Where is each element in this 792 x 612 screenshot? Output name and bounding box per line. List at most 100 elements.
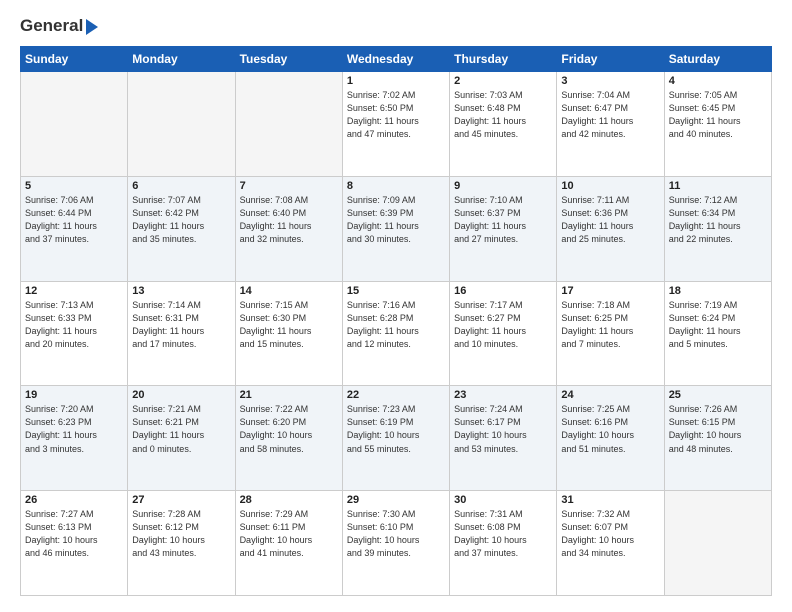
logo-line1: General xyxy=(20,16,98,36)
day-info: Sunrise: 7:16 AM Sunset: 6:28 PM Dayligh… xyxy=(347,299,445,351)
day-number: 8 xyxy=(347,180,445,192)
day-info: Sunrise: 7:18 AM Sunset: 6:25 PM Dayligh… xyxy=(561,299,659,351)
calendar-cell: 31 Sunrise: 7:32 AM Sunset: 6:07 PM Dayli… xyxy=(557,491,664,596)
weekday-header-wednesday: Wednesday xyxy=(342,47,449,72)
calendar-cell: 21Sunrise: 7:22 AM Sunset: 6:20 PM Dayli… xyxy=(235,386,342,491)
calendar-cell: 9 Sunrise: 7:10 AM Sunset: 6:37 PM Daylig… xyxy=(450,176,557,281)
day-info: Sunrise: 7:08 AM Sunset: 6:40 PM Dayligh… xyxy=(240,194,338,246)
day-number: 1 xyxy=(347,75,445,87)
day-number: 24 xyxy=(561,389,659,401)
calendar-cell: 26 Sunrise: 7:27 AM Sunset: 6:13 PM Dayli… xyxy=(21,491,128,596)
calendar-cell: 6 Sunrise: 7:07 AM Sunset: 6:42 PM Daylig… xyxy=(128,176,235,281)
logo: General xyxy=(20,16,98,36)
calendar-cell: 10 Sunrise: 7:11 AM Sunset: 6:36 PM Dayli… xyxy=(557,176,664,281)
calendar-cell: 23 Sunrise: 7:24 AM Sunset: 6:17 PM Dayli… xyxy=(450,386,557,491)
day-info: Sunrise: 7:28 AM Sunset: 6:12 PM Dayligh… xyxy=(132,508,230,560)
calendar-cell: 22Sunrise: 7:23 AM Sunset: 6:19 PM Dayli… xyxy=(342,386,449,491)
calendar-cell: 1Sunrise: 7:02 AM Sunset: 6:50 PM Daylig… xyxy=(342,72,449,177)
day-number: 25 xyxy=(669,389,767,401)
day-number: 5 xyxy=(25,180,123,192)
day-info: Sunrise: 7:11 AM Sunset: 6:36 PM Dayligh… xyxy=(561,194,659,246)
calendar-cell: 24 Sunrise: 7:25 AM Sunset: 6:16 PM Dayli… xyxy=(557,386,664,491)
day-number: 20 xyxy=(132,389,230,401)
day-number: 23 xyxy=(454,389,552,401)
calendar-cell: 25 Sunrise: 7:26 AM Sunset: 6:15 PM Dayli… xyxy=(664,386,771,491)
day-info: Sunrise: 7:27 AM Sunset: 6:13 PM Dayligh… xyxy=(25,508,123,560)
day-number: 31 xyxy=(561,494,659,506)
week-row-1: 1Sunrise: 7:02 AM Sunset: 6:50 PM Daylig… xyxy=(21,72,772,177)
day-info: Sunrise: 7:24 AM Sunset: 6:17 PM Dayligh… xyxy=(454,403,552,455)
day-info: Sunrise: 7:12 AM Sunset: 6:34 PM Dayligh… xyxy=(669,194,767,246)
day-info: Sunrise: 7:10 AM Sunset: 6:37 PM Dayligh… xyxy=(454,194,552,246)
weekday-header-sunday: Sunday xyxy=(21,47,128,72)
day-number: 14 xyxy=(240,285,338,297)
day-info: Sunrise: 7:13 AM Sunset: 6:33 PM Dayligh… xyxy=(25,299,123,351)
day-info: Sunrise: 7:04 AM Sunset: 6:47 PM Dayligh… xyxy=(561,89,659,141)
day-info: Sunrise: 7:23 AM Sunset: 6:19 PM Dayligh… xyxy=(347,403,445,455)
calendar-cell: 3 Sunrise: 7:04 AM Sunset: 6:47 PM Daylig… xyxy=(557,72,664,177)
weekday-header-monday: Monday xyxy=(128,47,235,72)
calendar-cell: 16 Sunrise: 7:17 AM Sunset: 6:27 PM Dayli… xyxy=(450,281,557,386)
calendar-cell: 7Sunrise: 7:08 AM Sunset: 6:40 PM Daylig… xyxy=(235,176,342,281)
day-number: 4 xyxy=(669,75,767,87)
day-info: Sunrise: 7:25 AM Sunset: 6:16 PM Dayligh… xyxy=(561,403,659,455)
day-number: 9 xyxy=(454,180,552,192)
day-number: 29 xyxy=(347,494,445,506)
day-number: 6 xyxy=(132,180,230,192)
calendar-cell: 14 Sunrise: 7:15 AM Sunset: 6:30 PM Dayli… xyxy=(235,281,342,386)
week-row-2: 5 Sunrise: 7:06 AM Sunset: 6:44 PM Daylig… xyxy=(21,176,772,281)
day-info: Sunrise: 7:07 AM Sunset: 6:42 PM Dayligh… xyxy=(132,194,230,246)
calendar-cell: 15 Sunrise: 7:16 AM Sunset: 6:28 PM Dayli… xyxy=(342,281,449,386)
weekday-header-row: SundayMondayTuesdayWednesdayThursdayFrid… xyxy=(21,47,772,72)
day-info: Sunrise: 7:21 AM Sunset: 6:21 PM Dayligh… xyxy=(132,403,230,455)
week-row-5: 26 Sunrise: 7:27 AM Sunset: 6:13 PM Dayli… xyxy=(21,491,772,596)
day-number: 12 xyxy=(25,285,123,297)
calendar-cell xyxy=(235,72,342,177)
calendar-cell: 5 Sunrise: 7:06 AM Sunset: 6:44 PM Daylig… xyxy=(21,176,128,281)
calendar-cell: 13Sunrise: 7:14 AM Sunset: 6:31 PM Dayli… xyxy=(128,281,235,386)
calendar-cell: 11 Sunrise: 7:12 AM Sunset: 6:34 PM Dayli… xyxy=(664,176,771,281)
day-info: Sunrise: 7:29 AM Sunset: 6:11 PM Dayligh… xyxy=(240,508,338,560)
calendar-cell xyxy=(21,72,128,177)
calendar-cell: 20 Sunrise: 7:21 AM Sunset: 6:21 PM Dayli… xyxy=(128,386,235,491)
weekday-header-friday: Friday xyxy=(557,47,664,72)
day-info: Sunrise: 7:26 AM Sunset: 6:15 PM Dayligh… xyxy=(669,403,767,455)
day-number: 10 xyxy=(561,180,659,192)
day-number: 16 xyxy=(454,285,552,297)
day-info: Sunrise: 7:06 AM Sunset: 6:44 PM Dayligh… xyxy=(25,194,123,246)
weekday-header-thursday: Thursday xyxy=(450,47,557,72)
calendar-cell: 27 Sunrise: 7:28 AM Sunset: 6:12 PM Dayli… xyxy=(128,491,235,596)
calendar-cell: 29Sunrise: 7:30 AM Sunset: 6:10 PM Dayli… xyxy=(342,491,449,596)
day-number: 13 xyxy=(132,285,230,297)
day-number: 11 xyxy=(669,180,767,192)
calendar-cell: 12 Sunrise: 7:13 AM Sunset: 6:33 PM Dayli… xyxy=(21,281,128,386)
week-row-4: 19Sunrise: 7:20 AM Sunset: 6:23 PM Dayli… xyxy=(21,386,772,491)
header: General xyxy=(20,16,772,36)
day-info: Sunrise: 7:19 AM Sunset: 6:24 PM Dayligh… xyxy=(669,299,767,351)
week-row-3: 12 Sunrise: 7:13 AM Sunset: 6:33 PM Dayli… xyxy=(21,281,772,386)
weekday-header-saturday: Saturday xyxy=(664,47,771,72)
day-number: 27 xyxy=(132,494,230,506)
day-info: Sunrise: 7:15 AM Sunset: 6:30 PM Dayligh… xyxy=(240,299,338,351)
day-info: Sunrise: 7:03 AM Sunset: 6:48 PM Dayligh… xyxy=(454,89,552,141)
day-info: Sunrise: 7:31 AM Sunset: 6:08 PM Dayligh… xyxy=(454,508,552,560)
day-number: 3 xyxy=(561,75,659,87)
day-number: 15 xyxy=(347,285,445,297)
calendar-cell xyxy=(128,72,235,177)
page: General SundayMondayTuesdayWednesdayThur… xyxy=(0,0,792,612)
calendar-cell: 8Sunrise: 7:09 AM Sunset: 6:39 PM Daylig… xyxy=(342,176,449,281)
day-number: 26 xyxy=(25,494,123,506)
day-number: 17 xyxy=(561,285,659,297)
calendar-cell: 17 Sunrise: 7:18 AM Sunset: 6:25 PM Dayli… xyxy=(557,281,664,386)
logo-general: General xyxy=(20,16,83,36)
calendar-cell: 30 Sunrise: 7:31 AM Sunset: 6:08 PM Dayli… xyxy=(450,491,557,596)
day-number: 18 xyxy=(669,285,767,297)
day-number: 21 xyxy=(240,389,338,401)
day-number: 30 xyxy=(454,494,552,506)
day-number: 28 xyxy=(240,494,338,506)
calendar-cell xyxy=(664,491,771,596)
day-info: Sunrise: 7:32 AM Sunset: 6:07 PM Dayligh… xyxy=(561,508,659,560)
day-info: Sunrise: 7:17 AM Sunset: 6:27 PM Dayligh… xyxy=(454,299,552,351)
calendar-cell: 18 Sunrise: 7:19 AM Sunset: 6:24 PM Dayli… xyxy=(664,281,771,386)
calendar-cell: 2Sunrise: 7:03 AM Sunset: 6:48 PM Daylig… xyxy=(450,72,557,177)
